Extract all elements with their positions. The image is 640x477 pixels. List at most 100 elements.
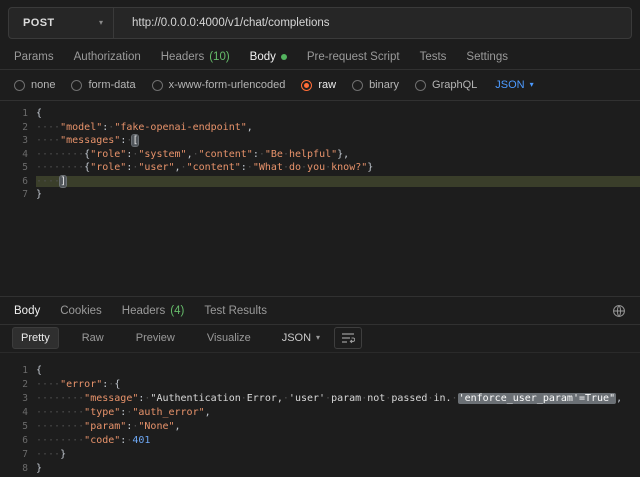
postman-window: POST ▾ http://0.0.0.0:4000/v1/chat/compl…	[0, 0, 640, 477]
radio-icon	[352, 80, 363, 91]
language-select[interactable]: JSON ▾	[495, 79, 533, 91]
line-number: 1	[0, 365, 36, 376]
line-number: 2	[0, 379, 36, 390]
chevron-down-icon: ▾	[316, 334, 320, 342]
radio-label: binary	[369, 79, 399, 91]
tab-pre-request-script[interactable]: Pre-request Script	[307, 51, 400, 63]
line-number: 4	[0, 407, 36, 418]
response-toolbar: Pretty Raw Preview Visualize JSON ▾	[0, 324, 640, 353]
body-type-options: none form-data x-www-form-urlencoded raw bin…	[14, 79, 477, 91]
line-number: 1	[0, 108, 36, 119]
body-type-raw[interactable]: raw	[301, 79, 336, 91]
radio-icon	[71, 80, 82, 91]
radio-label: raw	[318, 79, 336, 91]
green-dot-icon	[281, 54, 287, 60]
method-label: POST	[23, 17, 55, 29]
line-number: 6	[0, 176, 36, 187]
radio-label: x-www-form-urlencoded	[169, 79, 286, 91]
line-number: 8	[0, 463, 36, 474]
response-format-select[interactable]: JSON ▾	[282, 332, 320, 344]
response-tabs: Body Cookies Headers (4) Test Results	[0, 296, 640, 325]
code-line: 5········{"role":·"user",·"content":·"Wh…	[0, 161, 640, 175]
wrap-text-icon	[341, 332, 355, 344]
tab-headers[interactable]: Headers (10)	[161, 51, 230, 63]
line-number: 3	[0, 135, 36, 146]
url-input[interactable]: http://0.0.0.0:4000/v1/chat/completions	[114, 8, 631, 38]
tab-authorization[interactable]: Authorization	[74, 51, 141, 63]
body-type-row: none form-data x-www-form-urlencoded raw bin…	[0, 70, 640, 101]
tab-tests[interactable]: Tests	[420, 51, 447, 63]
code-line: 7····}	[0, 447, 640, 461]
line-number: 7	[0, 189, 36, 200]
code-content: {	[36, 365, 640, 376]
code-content: ········"type":·"auth_error",	[36, 407, 640, 418]
view-tab-pretty[interactable]: Pretty	[12, 327, 59, 349]
method-select[interactable]: POST ▾	[9, 8, 114, 38]
code-line: 6········"code":·401	[0, 433, 640, 447]
response-view-tabs: Pretty Raw Preview Visualize	[12, 327, 260, 349]
code-line: 4········"type":·"auth_error",	[0, 405, 640, 419]
view-tab-preview[interactable]: Preview	[127, 327, 184, 349]
view-tab-visualize[interactable]: Visualize	[198, 327, 260, 349]
tab-cookies[interactable]: Cookies	[60, 305, 102, 317]
code-content: ····"model":·"fake-openai-endpoint",	[36, 122, 640, 133]
code-line: 4········{"role":·"system",·"content":·"…	[0, 148, 640, 162]
response-tab-list: Body Cookies Headers (4) Test Results	[14, 305, 267, 317]
tab-label: Body	[250, 51, 276, 63]
tab-params[interactable]: Params	[14, 51, 54, 63]
tab-body[interactable]: Body	[14, 305, 40, 317]
body-type-none[interactable]: none	[14, 79, 55, 91]
tab-count: (4)	[170, 305, 184, 317]
tab-headers[interactable]: Headers (4)	[122, 305, 185, 317]
code-line: 1{	[0, 107, 640, 121]
tab-label: Params	[14, 51, 54, 63]
body-type-x-www-form-urlencoded[interactable]: x-www-form-urlencoded	[152, 79, 286, 91]
wrap-text-button[interactable]	[334, 327, 362, 349]
line-number: 4	[0, 149, 36, 160]
tab-label: Headers	[122, 305, 165, 317]
code-content: ········{"role":·"user",·"content":·"Wha…	[36, 162, 640, 173]
tab-label: Pre-request Script	[307, 51, 400, 63]
body-type-binary[interactable]: binary	[352, 79, 399, 91]
radio-label: GraphQL	[432, 79, 477, 91]
tab-label: Settings	[466, 51, 508, 63]
body-type-form-data[interactable]: form-data	[71, 79, 135, 91]
request-tabs: Params Authorization Headers (10) Body Pre-re…	[0, 44, 640, 70]
code-content: }	[36, 463, 640, 474]
chevron-down-icon: ▾	[99, 19, 103, 27]
tab-settings[interactable]: Settings	[466, 51, 508, 63]
radio-icon	[14, 80, 25, 91]
tab-count: (10)	[209, 51, 229, 63]
code-content: ····"error":·{	[36, 379, 640, 390]
tab-label: Headers	[161, 51, 204, 63]
radio-label: form-data	[88, 79, 135, 91]
code-content: }	[36, 189, 640, 200]
code-content: {	[36, 108, 640, 119]
tab-label: Body	[14, 305, 40, 317]
tab-test-results[interactable]: Test Results	[204, 305, 267, 317]
line-number: 6	[0, 435, 36, 446]
code-line: 3········"message":·"Authentication·Erro…	[0, 391, 640, 405]
radio-label: none	[31, 79, 55, 91]
code-line: 6····]	[0, 175, 640, 189]
response-body-editor[interactable]: 1{2····"error":·{3········"message":·"Au…	[0, 357, 640, 477]
code-line: 2····"model":·"fake-openai-endpoint",	[0, 121, 640, 135]
code-content: ········"code":·401	[36, 435, 640, 446]
language-label: JSON	[495, 79, 524, 91]
code-content: ····]	[36, 176, 640, 187]
code-line: 8}	[0, 461, 640, 475]
tab-label: Test Results	[204, 305, 267, 317]
tab-label: Cookies	[60, 305, 102, 317]
tab-body[interactable]: Body	[250, 51, 287, 63]
code-content: ········{"role":·"system",·"content":·"B…	[36, 149, 640, 160]
radio-icon	[415, 80, 426, 91]
request-body-editor[interactable]: 1{2····"model":·"fake-openai-endpoint",3…	[0, 101, 640, 302]
code-content: ····}	[36, 449, 640, 460]
view-tab-raw[interactable]: Raw	[73, 327, 113, 349]
tab-label: Tests	[420, 51, 447, 63]
globe-icon[interactable]	[612, 304, 626, 318]
body-type-graphql[interactable]: GraphQL	[415, 79, 477, 91]
radio-icon	[301, 80, 312, 91]
url-text: http://0.0.0.0:4000/v1/chat/completions	[132, 17, 330, 29]
code-line: 3····"messages":·[	[0, 134, 640, 148]
